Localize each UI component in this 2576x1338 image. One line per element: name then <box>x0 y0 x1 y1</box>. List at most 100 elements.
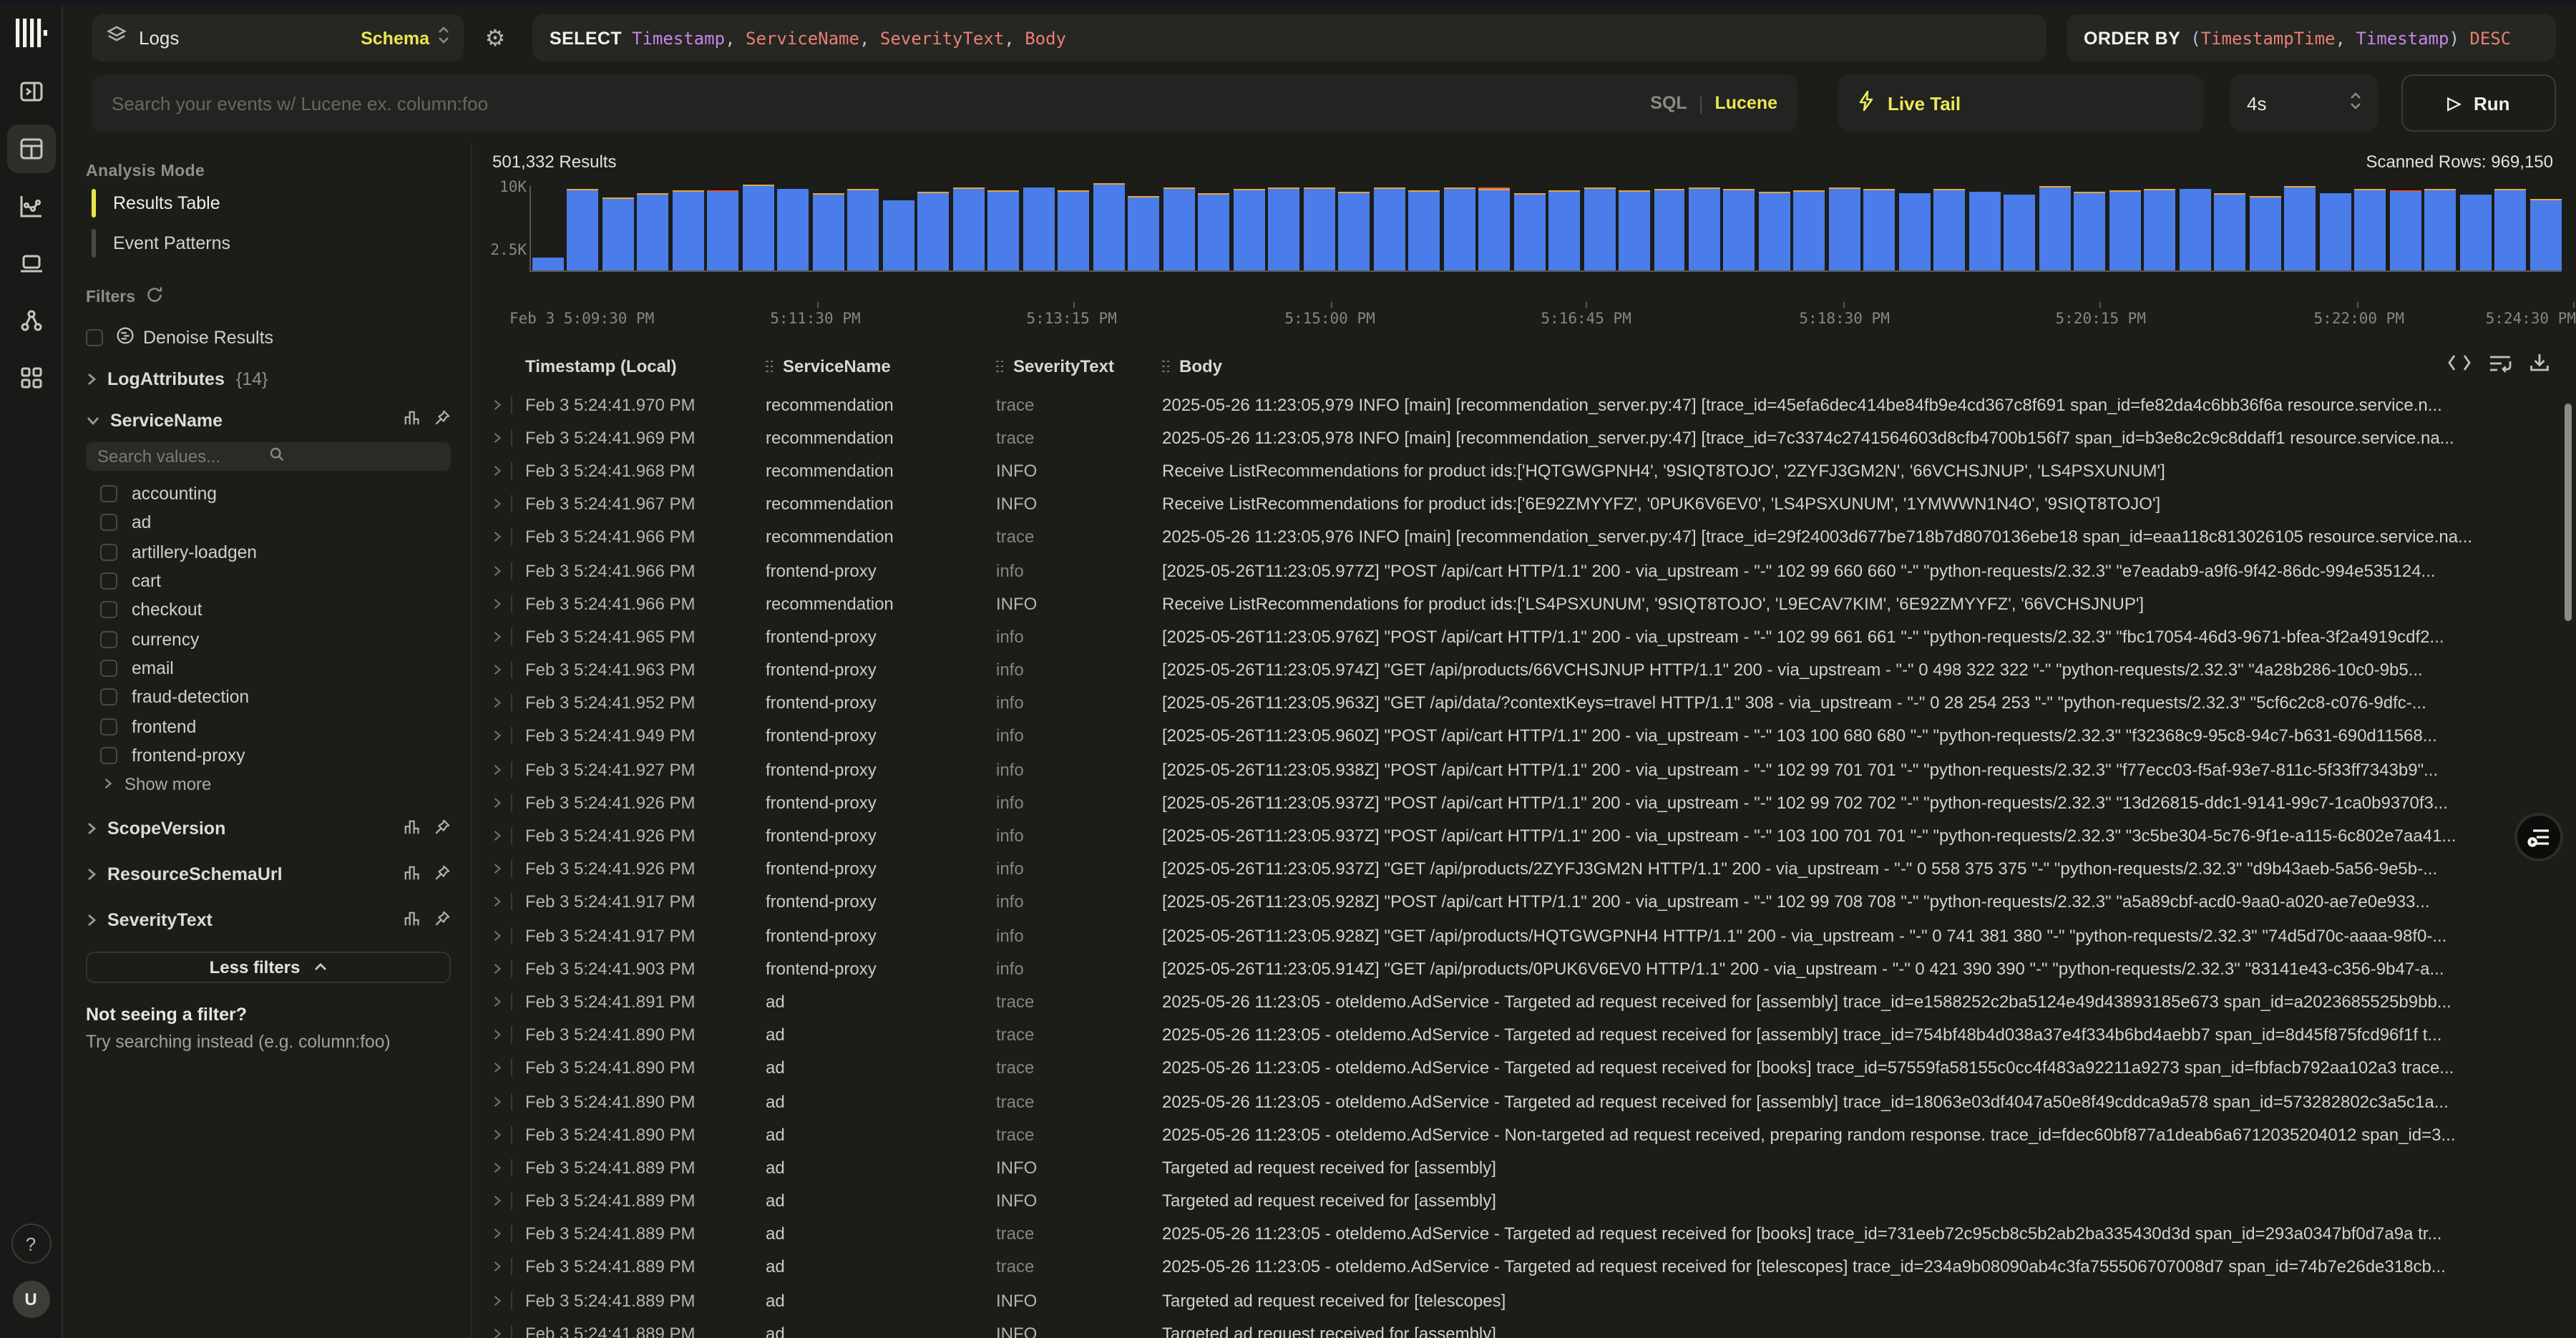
row-expander-icon[interactable] <box>492 1125 525 1143</box>
table-row[interactable]: Feb 3 5:24:41.949 PMfrontend-proxyinfo[2… <box>472 720 2576 753</box>
table-row[interactable]: Feb 3 5:24:41.970 PMrecommendationtrace2… <box>472 388 2576 421</box>
column-header-body[interactable]: Body <box>1162 356 2476 376</box>
row-expander-icon[interactable] <box>492 993 525 1010</box>
value-checkbox[interactable] <box>100 630 117 648</box>
less-filters-button[interactable]: Less filters <box>86 952 451 983</box>
nav-dashboards-icon[interactable] <box>6 353 55 402</box>
chart-facet-icon[interactable] <box>404 409 421 431</box>
event-search-input[interactable]: Search your events w/ Lucene ex. column:… <box>92 74 1797 132</box>
filter-group-resourceschemaurl[interactable]: ResourceSchemaUrl <box>86 864 451 886</box>
service-value-ad[interactable]: ad <box>86 509 451 538</box>
row-expander-icon[interactable] <box>492 595 525 612</box>
table-row[interactable]: Feb 3 5:24:41.890 PMadtrace2025-05-26 11… <box>472 1118 2576 1151</box>
table-row[interactable]: Feb 3 5:24:41.926 PMfrontend-proxyinfo[2… <box>472 852 2576 885</box>
wrap-lines-icon[interactable] <box>2489 353 2512 377</box>
pin-icon[interactable] <box>434 864 451 886</box>
row-expander-icon[interactable] <box>492 860 525 877</box>
chart-facet-icon[interactable] <box>404 864 421 886</box>
search-mode-lucene[interactable]: Lucene <box>1714 93 1777 113</box>
table-row[interactable]: Feb 3 5:24:41.890 PMadtrace2025-05-26 11… <box>472 1085 2576 1118</box>
service-value-checkout[interactable]: checkout <box>86 595 451 625</box>
table-row[interactable]: Feb 3 5:24:41.926 PMfrontend-proxyinfo[2… <box>472 786 2576 819</box>
run-button[interactable]: ▷ Run <box>2401 74 2556 132</box>
nav-search-icon[interactable] <box>6 124 55 173</box>
service-value-artillery-loadgen[interactable]: artillery-loadgen <box>86 537 451 567</box>
row-expander-icon[interactable] <box>492 429 525 446</box>
table-row[interactable]: Feb 3 5:24:41.968 PMrecommendationINFORe… <box>472 454 2576 487</box>
row-expander-icon[interactable] <box>492 1259 525 1276</box>
row-expander-icon[interactable] <box>492 1093 525 1110</box>
orderby-clause-editor[interactable]: ORDER BY (TimestampTime, Timestamp) DESC <box>2067 14 2556 62</box>
source-selector[interactable]: Logs Schema <box>92 14 464 62</box>
row-expander-icon[interactable] <box>492 827 525 844</box>
refresh-filters-icon[interactable] <box>135 286 162 308</box>
row-expander-icon[interactable] <box>492 1159 525 1176</box>
service-value-currency[interactable]: currency <box>86 625 451 654</box>
row-expander-icon[interactable] <box>492 462 525 479</box>
table-row[interactable]: Feb 3 5:24:41.966 PMrecommendationINFORe… <box>472 587 2576 620</box>
row-expander-icon[interactable] <box>492 794 525 811</box>
row-expander-icon[interactable] <box>492 695 525 712</box>
row-expander-icon[interactable] <box>492 1060 525 1077</box>
analysis-mode-event-patterns[interactable]: Event Patterns <box>86 225 451 260</box>
table-row[interactable]: Feb 3 5:24:41.889 PMadINFOTargeted ad re… <box>472 1184 2576 1217</box>
row-expander-icon[interactable] <box>492 728 525 745</box>
table-row[interactable]: Feb 3 5:24:41.967 PMrecommendationINFORe… <box>472 487 2576 520</box>
filter-group-servicename[interactable]: ServiceName <box>86 409 451 431</box>
table-row[interactable]: Feb 3 5:24:41.889 PMadINFOTargeted ad re… <box>472 1151 2576 1184</box>
row-expander-icon[interactable] <box>492 495 525 512</box>
table-row[interactable]: Feb 3 5:24:41.927 PMfrontend-proxyinfo[2… <box>472 753 2576 786</box>
value-checkbox[interactable] <box>100 572 117 590</box>
column-header-timestamp[interactable]: Timestamp (Local) <box>525 356 766 376</box>
filter-group-scopeversion[interactable]: ScopeVersion <box>86 819 451 840</box>
chart-facet-icon[interactable] <box>404 819 421 840</box>
select-clause-editor[interactable]: SELECT Timestamp, ServiceName, SeverityT… <box>532 14 2046 62</box>
table-row[interactable]: Feb 3 5:24:41.917 PMfrontend-proxyinfo[2… <box>472 886 2576 919</box>
row-expander-icon[interactable] <box>492 562 525 579</box>
filter-group-logattributes[interactable]: LogAttributes {14} <box>86 369 451 389</box>
row-expander-icon[interactable] <box>492 894 525 911</box>
service-value-frontend-proxy[interactable]: frontend-proxy <box>86 741 451 770</box>
row-expander-icon[interactable] <box>492 529 525 546</box>
service-value-accounting[interactable]: accounting <box>86 479 451 509</box>
value-checkbox[interactable] <box>100 688 117 705</box>
sidebar-toggle-icon[interactable] <box>6 67 55 116</box>
row-expander-icon[interactable] <box>492 1026 525 1043</box>
value-checkbox[interactable] <box>100 485 117 502</box>
chart-facet-icon[interactable] <box>404 910 421 932</box>
help-icon[interactable]: ? <box>11 1224 51 1264</box>
search-mode-sql[interactable]: SQL <box>1650 93 1687 113</box>
value-checkbox[interactable] <box>100 514 117 532</box>
gear-icon[interactable]: ⚙ <box>475 14 515 62</box>
facet-search-input[interactable]: Search values... <box>86 442 451 471</box>
table-row[interactable]: Feb 3 5:24:41.891 PMadtrace2025-05-26 11… <box>472 985 2576 1018</box>
view-source-icon[interactable] <box>2447 353 2472 376</box>
row-expander-icon[interactable] <box>492 1226 525 1243</box>
value-checkbox[interactable] <box>100 602 117 619</box>
pin-icon[interactable] <box>434 409 451 431</box>
live-tail-button[interactable]: Live Tail <box>1838 74 2204 132</box>
row-expander-icon[interactable] <box>492 960 525 977</box>
value-checkbox[interactable] <box>100 543 117 560</box>
row-expander-icon[interactable] <box>492 628 525 645</box>
row-expander-icon[interactable] <box>492 1325 525 1338</box>
table-row[interactable]: Feb 3 5:24:41.966 PMrecommendationtrace2… <box>472 521 2576 554</box>
denoise-label[interactable]: Denoise Results <box>143 328 273 348</box>
table-row[interactable]: Feb 3 5:24:41.889 PMadtrace2025-05-26 11… <box>472 1251 2576 1284</box>
drag-handle-icon[interactable] <box>766 360 773 373</box>
drag-handle-icon[interactable] <box>996 360 1003 373</box>
table-row[interactable]: Feb 3 5:24:41.952 PMfrontend-proxyinfo[2… <box>472 686 2576 719</box>
column-header-servicename[interactable]: ServiceName <box>766 356 996 376</box>
denoise-checkbox[interactable] <box>86 329 103 346</box>
nav-sessions-icon[interactable] <box>6 239 55 288</box>
schema-mode-label[interactable]: Schema <box>361 28 429 48</box>
value-checkbox[interactable] <box>100 718 117 735</box>
row-expander-icon[interactable] <box>492 1192 525 1209</box>
drag-handle-icon[interactable] <box>1162 360 1169 373</box>
table-row[interactable]: Feb 3 5:24:41.917 PMfrontend-proxyinfo[2… <box>472 919 2576 952</box>
live-tail-indicator-fab[interactable] <box>2514 813 2563 861</box>
nav-chart-explorer-icon[interactable] <box>6 182 55 230</box>
vertical-scrollbar[interactable] <box>2565 404 2572 621</box>
show-more-button[interactable]: Show more <box>86 774 451 794</box>
table-row[interactable]: Feb 3 5:24:41.889 PMadINFOTargeted ad re… <box>472 1284 2576 1317</box>
